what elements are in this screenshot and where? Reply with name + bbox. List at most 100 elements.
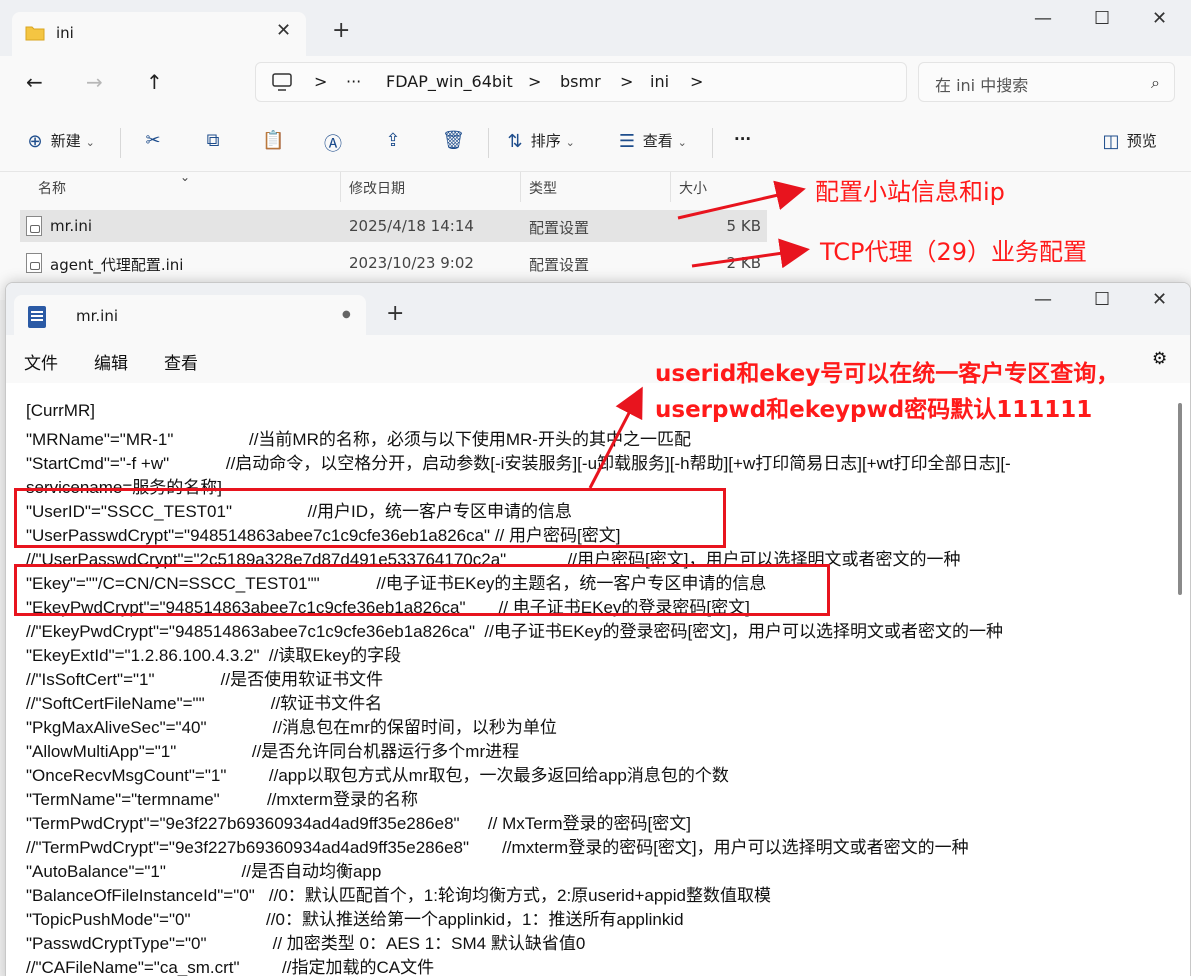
new-button[interactable]: ⊕ 新建 ⌄ xyxy=(24,130,94,152)
address-bar[interactable]: > ··· FDAP_win_64bit > bsmr > ini > xyxy=(255,62,907,102)
preview-pane-icon: ◫ xyxy=(1102,131,1120,152)
settings-gear-icon[interactable]: ⚙ xyxy=(1152,349,1167,369)
minimize-icon[interactable]: — xyxy=(1034,8,1052,29)
userid-highlight-box xyxy=(14,488,726,548)
column-type[interactable]: 类型 xyxy=(529,178,557,198)
editor-line: "StartCmd"="-f +w" //启动命令，以空格分开，启动参数[-i安… xyxy=(26,454,1011,473)
rename-icon: Ⓐ xyxy=(324,134,342,155)
share-button[interactable]: ⇪ xyxy=(382,130,404,151)
annotation-userid-line2: userpwd和ekeypwd密码默认111111 xyxy=(655,397,1093,423)
breadcrumb-sep: > xyxy=(528,72,542,91)
editor-line: //"TermPwdCrypt"="9e3f227b69360934ad4ad9… xyxy=(26,838,969,857)
file-modified: 2023/10/23 9:02 xyxy=(349,254,474,272)
editor-line: "BalanceOfFileInstanceId"="0" //0：默认匹配首个… xyxy=(26,886,771,905)
editor-line: "AutoBalance"="1" //是否自动均衡app xyxy=(26,862,382,881)
editor-line: "AllowMultiApp"="1" //是否允许同台机器运行多个mr进程 xyxy=(26,742,520,761)
new-tab-icon[interactable]: + xyxy=(386,301,404,326)
breadcrumb-sep: > xyxy=(620,72,634,91)
column-divider[interactable] xyxy=(520,172,521,202)
file-row-agent-ini[interactable]: agent_代理配置.ini 2023/10/23 9:02 配置设置 2 KB xyxy=(20,247,767,279)
toolbar-divider xyxy=(712,128,713,158)
file-name: agent_代理配置.ini xyxy=(50,256,184,274)
vertical-scrollbar[interactable] xyxy=(1178,403,1182,595)
notepad-tab[interactable]: mr.ini ● xyxy=(14,295,366,337)
unsaved-dot-icon[interactable]: ● xyxy=(342,309,351,320)
text-editor[interactable]: [CurrMR] "MRName"="MR-1" //当前MR的名称，必须与以下… xyxy=(6,383,1190,976)
editor-line: [CurrMR] xyxy=(26,401,95,420)
column-header: 名称 ⌄ 修改日期 类型 大小 xyxy=(0,170,1191,202)
search-input[interactable]: 在 ini 中搜索 ⌕ xyxy=(918,62,1175,102)
ekey-highlight-box xyxy=(14,564,830,616)
minimize-icon[interactable]: — xyxy=(1034,289,1052,310)
file-size: 5 KB xyxy=(726,217,761,235)
address-row: ← → ↑ > ··· FDAP_win_64bit > bsmr > ini … xyxy=(0,56,1191,112)
command-bar: ⊕ 新建 ⌄ ✂ ⧉ 📋 Ⓐ ⇪ 🗑 ⇅ 排序 ⌄ ☰ 查看 ⌄ ··· ◫ 预… xyxy=(0,112,1191,172)
breadcrumb-bsmr[interactable]: bsmr xyxy=(560,72,601,91)
editor-line: "TermName"="termname" //mxterm登录的名称 xyxy=(26,790,419,809)
breadcrumb-sep: > xyxy=(314,72,328,91)
folder-icon xyxy=(25,26,45,41)
copy-icon: ⧉ xyxy=(206,130,220,151)
file-modified: 2025/4/18 14:14 xyxy=(349,217,474,235)
view-label: 查看 xyxy=(642,132,673,150)
maximize-icon[interactable]: ☐ xyxy=(1094,289,1110,310)
chevron-down-icon: ⌄ xyxy=(565,136,575,149)
new-tab-icon[interactable]: + xyxy=(332,18,350,43)
menu-view[interactable]: 查看 xyxy=(164,349,198,374)
breadcrumb-ini[interactable]: ini xyxy=(650,72,669,91)
editor-line: "MRName"="MR-1" //当前MR的名称，必须与以下使用MR-开头的其… xyxy=(26,430,691,449)
file-size: 2 KB xyxy=(726,254,761,272)
column-divider[interactable] xyxy=(340,172,341,202)
view-button[interactable]: ☰ 查看 ⌄ xyxy=(616,130,687,152)
cut-button[interactable]: ✂ xyxy=(142,130,164,151)
forward-icon[interactable]: → xyxy=(86,70,103,94)
explorer-tabbar: ini ✕ + — ☐ ✕ xyxy=(0,0,1191,56)
sort-button[interactable]: ⇅ 排序 ⌄ xyxy=(504,130,575,152)
maximize-icon[interactable]: ☐ xyxy=(1094,8,1110,29)
chevron-down-icon: ⌄ xyxy=(677,136,687,149)
annotation-tcp: TCP代理（29）业务配置 xyxy=(820,238,1088,266)
new-label: 新建 xyxy=(50,132,81,150)
search-placeholder: 在 ini 中搜索 xyxy=(935,76,1029,95)
explorer-tab[interactable]: ini ✕ xyxy=(12,12,306,56)
annotation-userid-line1: userid和ekey号可以在统一客户专区查询， xyxy=(655,361,1120,387)
search-icon: ⌕ xyxy=(1151,73,1160,92)
editor-line: "PkgMaxAliveSec"="40" //消息包在mr的保留时间，以秒为单… xyxy=(26,718,557,737)
paste-button[interactable]: 📋 xyxy=(262,130,284,151)
ini-file-icon xyxy=(26,216,42,236)
paste-icon: 📋 xyxy=(262,130,285,151)
sort-arrow-icon: ⌄ xyxy=(180,170,191,184)
up-icon[interactable]: ↑ xyxy=(146,70,163,94)
breadcrumb-fdap[interactable]: FDAP_win_64bit xyxy=(386,72,513,91)
toolbar-divider xyxy=(488,128,489,158)
editor-line: //"CAFileName"="ca_sm.crt" //指定加载的CA文件 xyxy=(26,958,435,976)
rename-button[interactable]: Ⓐ xyxy=(322,130,344,156)
menu-edit[interactable]: 编辑 xyxy=(94,349,128,374)
toolbar-divider xyxy=(120,128,121,158)
more-options-icon[interactable]: ··· xyxy=(734,130,751,148)
annotation-station: 配置小站信息和ip xyxy=(815,178,1005,206)
back-icon[interactable]: ← xyxy=(26,70,43,94)
tab-close-icon[interactable]: ✕ xyxy=(276,20,291,41)
delete-button[interactable]: 🗑 xyxy=(442,130,465,151)
sort-label: 排序 xyxy=(530,132,561,150)
file-row-mr-ini[interactable]: mr.ini 2025/4/18 14:14 配置设置 5 KB xyxy=(20,210,767,242)
notepad-icon xyxy=(28,306,46,328)
explorer-tab-title: ini xyxy=(56,24,74,42)
editor-line: //"EkeyPwdCrypt"="948514863abee7c1c9cfe3… xyxy=(26,622,1003,641)
copy-button[interactable]: ⧉ xyxy=(202,130,224,151)
close-icon[interactable]: ✕ xyxy=(1152,8,1167,29)
menu-file[interactable]: 文件 xyxy=(24,349,58,374)
notepad-tab-title: mr.ini xyxy=(76,307,119,325)
column-size[interactable]: 大小 xyxy=(679,178,707,198)
preview-button[interactable]: ◫ 预览 xyxy=(1100,130,1156,152)
column-modified[interactable]: 修改日期 xyxy=(349,178,405,198)
column-divider[interactable] xyxy=(670,172,671,202)
file-type: 配置设置 xyxy=(529,219,590,237)
notepad-tabbar: mr.ini ● + — ☐ ✕ xyxy=(6,283,1190,337)
file-name: mr.ini xyxy=(50,217,93,235)
column-name[interactable]: 名称 xyxy=(38,178,66,198)
editor-line: //"SoftCertFileName"="" //软证书文件名 xyxy=(26,694,383,713)
close-icon[interactable]: ✕ xyxy=(1152,289,1167,310)
breadcrumb-more[interactable]: ··· xyxy=(346,72,361,91)
